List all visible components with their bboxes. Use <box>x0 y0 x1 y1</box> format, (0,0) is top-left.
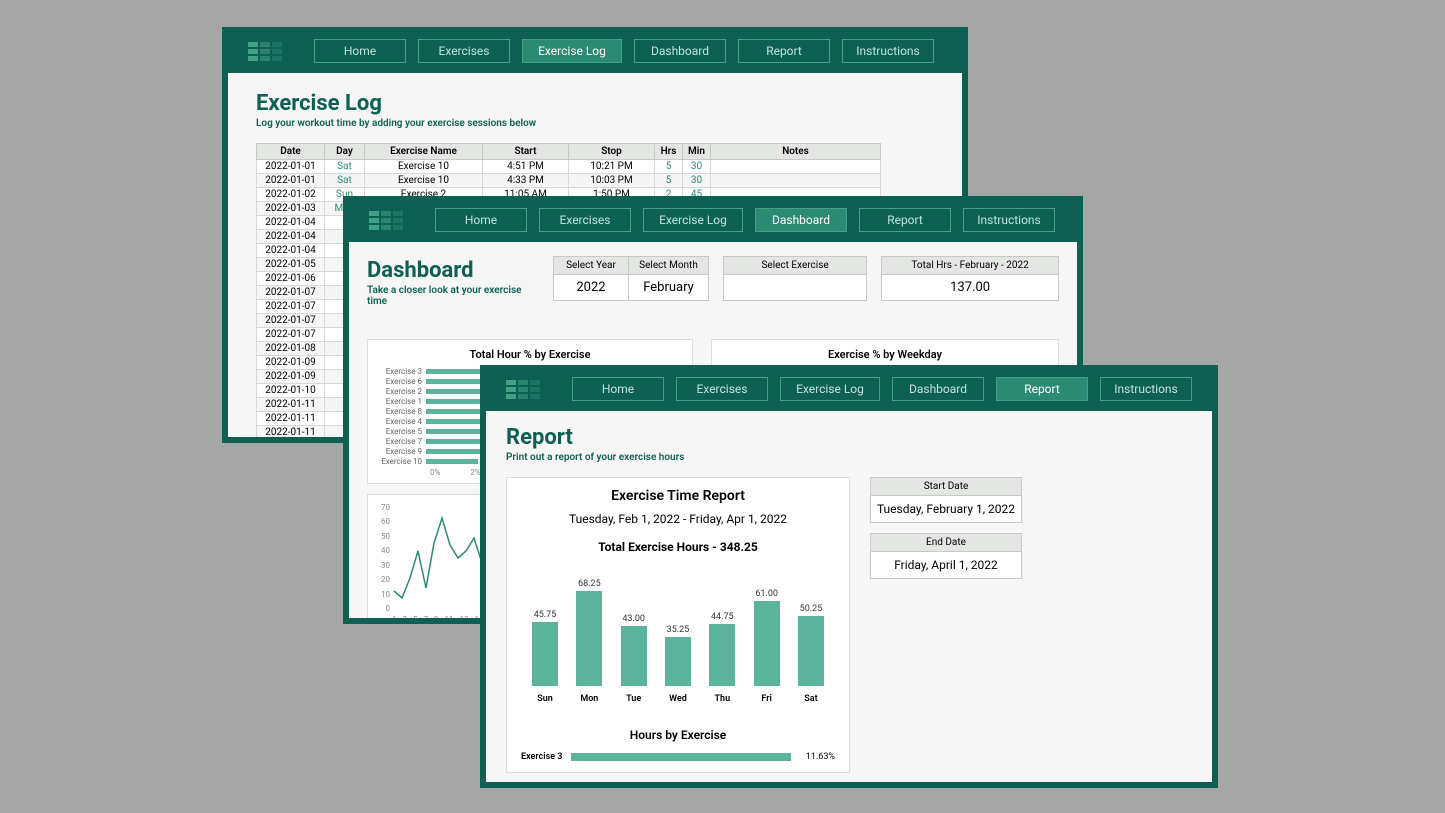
select-month[interactable]: Select Month February <box>629 256 709 301</box>
nav-dashboard[interactable]: Dashboard <box>755 208 847 232</box>
select-exercise[interactable]: Select Exercise <box>723 256 867 301</box>
col-name: Exercise Name <box>365 144 483 160</box>
nav-exercise-log[interactable]: Exercise Log <box>522 39 622 63</box>
select-year-label: Select Year <box>554 257 628 275</box>
hbe-label: Exercise 3 <box>521 752 571 762</box>
nav-exercises[interactable]: Exercises <box>676 377 768 401</box>
select-year-value: 2022 <box>554 275 628 300</box>
select-month-label: Select Month <box>629 257 708 275</box>
nav-report[interactable]: Report <box>996 377 1088 401</box>
nav-exercises[interactable]: Exercises <box>418 39 510 63</box>
chart-title: Total Hour % by Exercise <box>380 348 680 361</box>
nav-instructions[interactable]: Instructions <box>842 39 934 63</box>
hbe-bar <box>571 753 791 761</box>
nav-exercise-log[interactable]: Exercise Log <box>780 377 880 401</box>
day-bar: 43.00Tue <box>616 614 652 704</box>
end-date-label: End Date <box>871 534 1021 552</box>
day-bar: 50.25Sat <box>793 604 829 704</box>
page-title: Exercise Log <box>256 91 934 116</box>
table-row[interactable]: 2022-01-01SatExercise 104:33 PM10:03 PM5… <box>257 174 881 188</box>
logo-icon <box>506 380 540 399</box>
select-year[interactable]: Select Year 2022 <box>553 256 629 301</box>
day-bar: 61.00Fri <box>749 589 785 704</box>
page-title: Report <box>506 425 1192 450</box>
nav-instructions[interactable]: Instructions <box>963 208 1055 232</box>
navbar: Home Exercises Exercise Log Dashboard Re… <box>349 202 1077 242</box>
hours-by-exercise-title: Hours by Exercise <box>521 728 835 742</box>
report-total-hours: Total Exercise Hours - 348.25 <box>521 540 835 554</box>
total-hours-label: Total Hrs - February - 2022 <box>882 257 1058 275</box>
start-date-input[interactable]: Start Date Tuesday, February 1, 2022 <box>870 477 1022 523</box>
col-hrs: Hrs <box>655 144 683 160</box>
select-exercise-label: Select Exercise <box>724 257 866 275</box>
logo-icon <box>369 211 403 230</box>
navbar: Home Exercises Exercise Log Dashboard Re… <box>228 33 962 73</box>
total-hours-value: 137.00 <box>882 275 1058 300</box>
nav-dashboard[interactable]: Dashboard <box>892 377 984 401</box>
col-notes: Notes <box>711 144 881 160</box>
report-date-range: Tuesday, Feb 1, 2022 - Friday, Apr 1, 20… <box>521 512 835 526</box>
nav-home[interactable]: Home <box>435 208 527 232</box>
col-date: Date <box>257 144 325 160</box>
end-date-input[interactable]: End Date Friday, April 1, 2022 <box>870 533 1022 579</box>
select-exercise-value <box>724 275 866 300</box>
report-card-title: Exercise Time Report <box>521 488 835 504</box>
page-subtitle: Take a closer look at your exercise time <box>367 285 539 307</box>
report-card: Exercise Time Report Tuesday, Feb 1, 202… <box>506 477 850 773</box>
nav-instructions[interactable]: Instructions <box>1100 377 1192 401</box>
page-subtitle: Log your workout time by adding your exe… <box>256 118 934 129</box>
chart-title: Exercise % by Weekday <box>724 348 1046 361</box>
select-month-value: February <box>629 275 708 300</box>
nav-report[interactable]: Report <box>738 39 830 63</box>
day-bar: 44.75Thu <box>704 612 740 704</box>
nav-report[interactable]: Report <box>859 208 951 232</box>
navbar: Home Exercises Exercise Log Dashboard Re… <box>486 371 1212 411</box>
start-date-label: Start Date <box>871 478 1021 496</box>
day-bar: 35.25Wed <box>660 625 696 704</box>
nav-dashboard[interactable]: Dashboard <box>634 39 726 63</box>
start-date-value: Tuesday, February 1, 2022 <box>871 496 1021 522</box>
hours-by-exercise-row: Exercise 3 11.63% <box>521 752 835 762</box>
col-start: Start <box>483 144 569 160</box>
report-window: Home Exercises Exercise Log Dashboard Re… <box>480 365 1218 788</box>
nav-home[interactable]: Home <box>314 39 406 63</box>
day-bar: 68.25Mon <box>571 579 607 704</box>
col-min: Min <box>683 144 711 160</box>
hbe-pct: 11.63% <box>806 752 835 762</box>
page-title: Dashboard <box>367 258 539 283</box>
end-date-value: Friday, April 1, 2022 <box>871 552 1021 578</box>
select-year-month-group: Select Year 2022 Select Month February <box>553 256 709 301</box>
col-day: Day <box>325 144 365 160</box>
nav-exercise-log[interactable]: Exercise Log <box>643 208 743 232</box>
col-stop: Stop <box>569 144 655 160</box>
table-row[interactable]: 2022-01-01SatExercise 104:51 PM10:21 PM5… <box>257 160 881 174</box>
nav-home[interactable]: Home <box>572 377 664 401</box>
logo-icon <box>248 42 282 61</box>
page-subtitle: Print out a report of your exercise hour… <box>506 452 1192 463</box>
day-bar: 45.75Sun <box>527 610 563 704</box>
nav-exercises[interactable]: Exercises <box>539 208 631 232</box>
total-hours-box: Total Hrs - February - 2022 137.00 <box>881 256 1059 301</box>
chart-hours-by-day: 45.75Sun68.25Mon43.00Tue35.25Wed44.75Thu… <box>521 584 835 704</box>
